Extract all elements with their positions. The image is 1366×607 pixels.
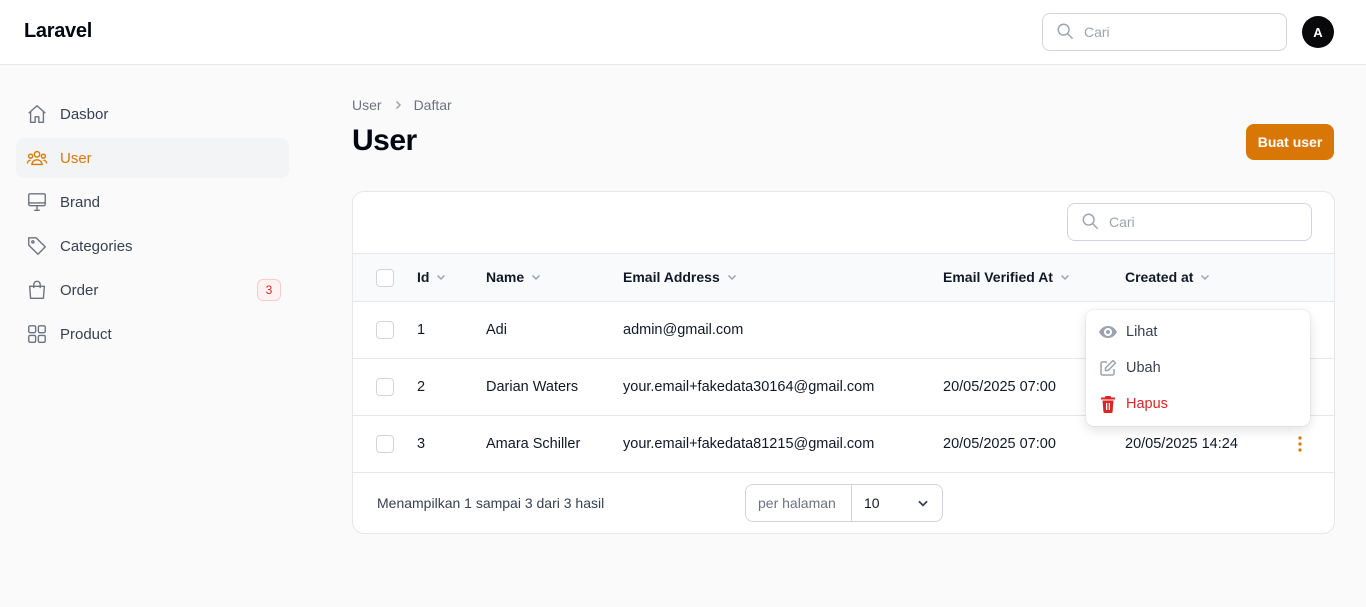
action-label: Hapus: [1126, 396, 1168, 412]
column-header-label: Email Verified At: [943, 269, 1053, 285]
action-label: Lihat: [1126, 324, 1158, 340]
sidebar-item-label: Dasbor: [60, 105, 109, 123]
per-page-control: per halaman 10: [745, 484, 943, 522]
top-bar: Laravel A: [0, 0, 1366, 65]
cell-verified-at: 20/05/2025 07:00: [943, 436, 1056, 452]
cell-name: Amara Schiller: [486, 436, 581, 452]
search-icon: [1081, 212, 1099, 233]
table-search[interactable]: [1067, 203, 1312, 241]
column-header-email-verified-at[interactable]: Email Verified At: [943, 269, 1071, 285]
cell-email: your.email+fakedata81215@gmail.com: [623, 436, 875, 452]
sidebar-item-label: Order: [60, 281, 99, 299]
tag-icon: [26, 235, 48, 257]
home-icon: [26, 103, 48, 125]
sidebar-item-order[interactable]: Order 3: [16, 270, 289, 310]
column-header-created-at[interactable]: Created at: [1125, 269, 1211, 285]
sidebar-item-categories[interactable]: Categories: [16, 226, 289, 266]
sidebar-item-brand[interactable]: Brand: [16, 182, 289, 222]
user-avatar[interactable]: A: [1302, 16, 1334, 48]
column-header-label: Email Address: [623, 269, 720, 285]
shopping-bag-icon: [26, 279, 48, 301]
sidebar-item-product[interactable]: Product: [16, 314, 289, 354]
column-header-email[interactable]: Email Address: [623, 269, 738, 285]
per-page-label: per halaman: [746, 485, 852, 521]
table-search-input[interactable]: [1109, 214, 1289, 230]
more-vertical-icon[interactable]: [1294, 434, 1306, 454]
column-header-id[interactable]: Id: [417, 269, 447, 285]
page-title: User: [352, 124, 417, 157]
search-icon: [1056, 22, 1074, 43]
action-edit[interactable]: Ubah: [1086, 350, 1310, 386]
cell-id: 3: [417, 436, 426, 452]
cell-created-at: 20/05/2025 14:24: [1125, 436, 1238, 452]
grid-icon: [26, 323, 48, 345]
column-header-name[interactable]: Name: [486, 269, 542, 285]
sidebar-item-user[interactable]: User: [16, 138, 289, 178]
breadcrumb-item-daftar: Daftar: [413, 97, 452, 113]
table-header: Id Name Email Address Email Verified At …: [353, 253, 1334, 302]
pagination-summary: Menampilkan 1 sampai 3 dari 3 hasil: [377, 495, 605, 511]
action-label: Ubah: [1126, 360, 1161, 376]
select-all-checkbox[interactable]: [376, 269, 394, 287]
global-search[interactable]: [1042, 13, 1287, 51]
order-count-badge: 3: [257, 279, 281, 301]
row-actions-dropdown: Lihat Ubah Hapus: [1086, 310, 1310, 426]
action-view[interactable]: Lihat: [1086, 314, 1310, 350]
sidebar-item-dasbor[interactable]: Dasbor: [16, 94, 289, 134]
cell-email: admin@gmail.com: [623, 322, 744, 338]
cell-name: Adi: [486, 322, 507, 338]
action-delete[interactable]: Hapus: [1086, 386, 1310, 422]
monitor-icon: [26, 191, 48, 213]
chevron-down-icon: [435, 271, 447, 283]
chevron-down-icon: [530, 271, 542, 283]
cell-id: 1: [417, 322, 426, 338]
cell-email: your.email+fakedata30164@gmail.com: [623, 379, 875, 395]
row-checkbox[interactable]: [376, 321, 394, 339]
global-search-input[interactable]: [1084, 24, 1264, 40]
cell-name: Darian Waters: [486, 379, 579, 395]
column-header-label: Id: [417, 269, 430, 285]
column-header-label: Name: [486, 269, 525, 285]
chevron-right-icon: [392, 99, 404, 111]
cell-id: 2: [417, 379, 426, 395]
breadcrumb: User Daftar: [352, 97, 452, 113]
sidebar-item-label: Product: [60, 325, 112, 343]
pencil-square-icon: [1098, 358, 1118, 378]
app-logo[interactable]: Laravel: [24, 20, 92, 43]
eye-icon: [1098, 322, 1118, 342]
users-icon: [26, 147, 48, 169]
breadcrumb-item-user[interactable]: User: [352, 97, 382, 113]
chevron-down-icon: [726, 271, 738, 283]
cell-verified-at: 20/05/2025 07:00: [943, 379, 1056, 395]
trash-icon: [1098, 394, 1118, 414]
column-header-label: Created at: [1125, 269, 1194, 285]
chevron-down-icon: [916, 496, 930, 510]
per-page-select[interactable]: 10: [852, 485, 942, 521]
chevron-down-icon: [1199, 271, 1211, 283]
sidebar: Dasbor User Brand Categories Order 3 Pro…: [16, 94, 289, 358]
sidebar-item-label: Categories: [60, 237, 133, 255]
sidebar-item-label: User: [60, 149, 92, 167]
create-user-button[interactable]: Buat user: [1246, 124, 1334, 160]
row-checkbox[interactable]: [376, 435, 394, 453]
per-page-value: 10: [864, 495, 880, 511]
sidebar-item-label: Brand: [60, 193, 101, 211]
row-checkbox[interactable]: [376, 378, 394, 396]
chevron-down-icon: [1059, 271, 1071, 283]
